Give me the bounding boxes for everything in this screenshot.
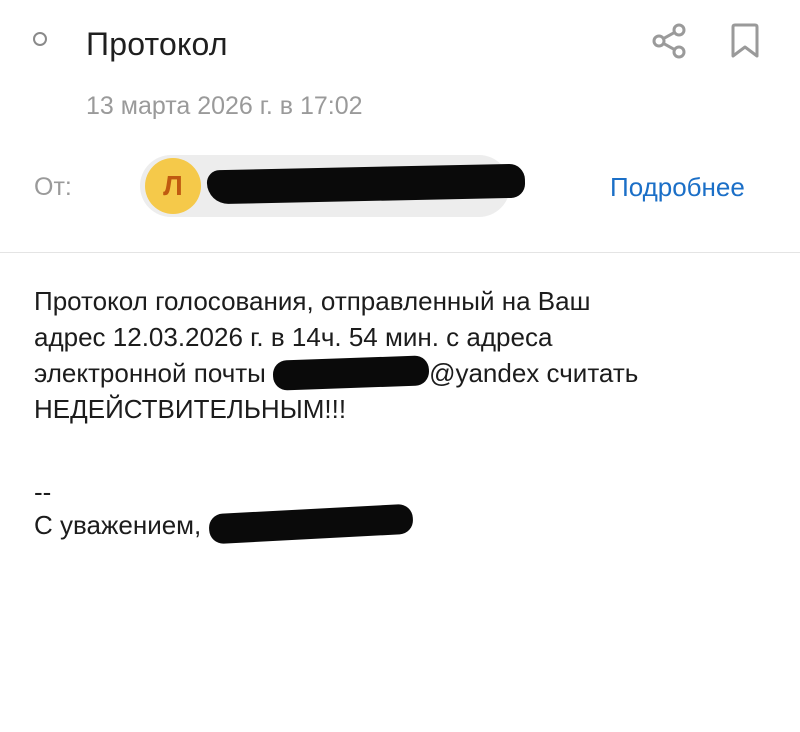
share-icon[interactable] — [650, 22, 688, 60]
signature-separator: -- — [34, 477, 52, 507]
message-date: 13 марта 2026 г. в 17:02 — [86, 92, 363, 120]
body-line-3-suffix: @yandex считать — [429, 358, 639, 388]
body-line-3-prefix: электронной почты — [34, 358, 274, 388]
details-link[interactable]: Подробнее — [610, 172, 745, 203]
sender-avatar[interactable]: Л — [145, 158, 201, 214]
message-subject: Протокол — [86, 26, 228, 62]
body-line-2: адрес 12.03.2026 г. в 14ч. 54 мин. с адр… — [34, 322, 553, 352]
body-line-3: электронной почты @yandex считать — [34, 355, 638, 391]
signature-prefix: С уважением, — [34, 510, 209, 540]
bookmark-icon[interactable] — [728, 22, 762, 60]
signature-line: С уважением, — [34, 503, 414, 545]
sender-name-redaction — [206, 163, 526, 205]
body-line-4: НЕДЕЙСТВИТЕЛЬНЫМ!!! — [34, 394, 347, 424]
email-redaction — [272, 355, 430, 391]
body-line-1: Протокол голосования, отправленный на Ва… — [34, 286, 591, 316]
header-divider — [0, 252, 800, 253]
unread-status-icon[interactable] — [33, 32, 47, 46]
from-label: От: — [34, 173, 72, 201]
signature-name-redaction — [207, 503, 414, 545]
